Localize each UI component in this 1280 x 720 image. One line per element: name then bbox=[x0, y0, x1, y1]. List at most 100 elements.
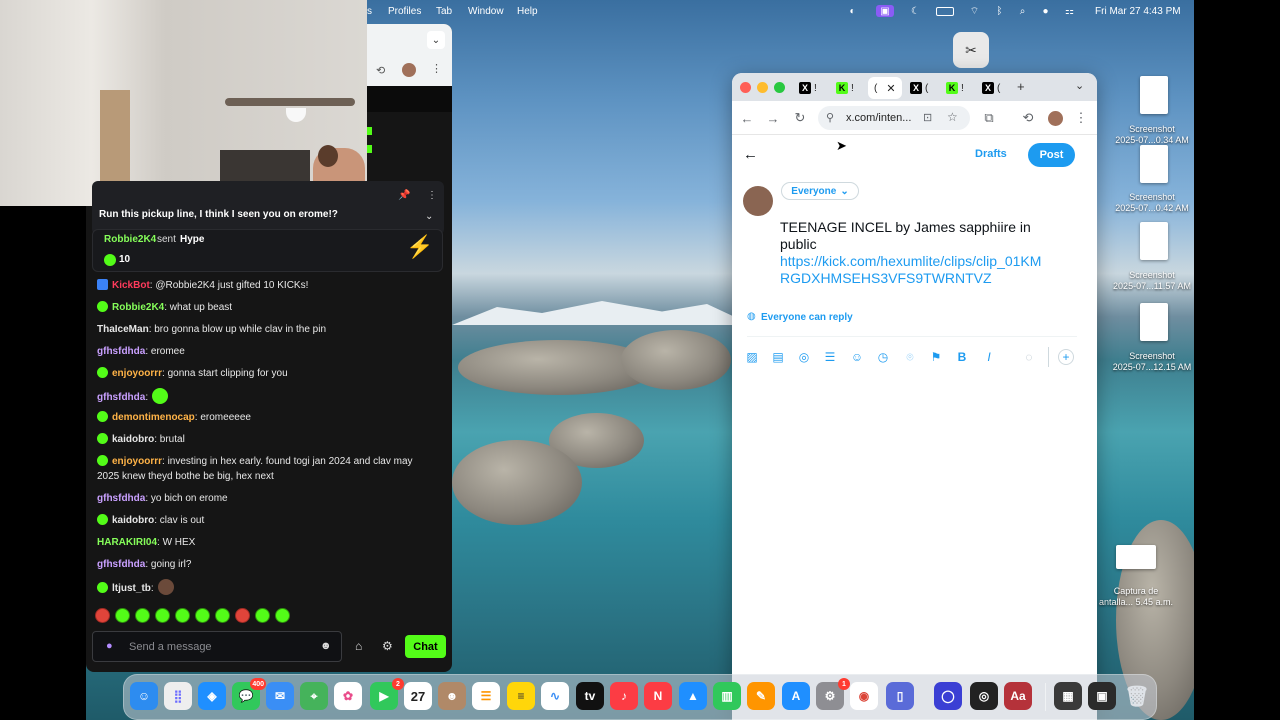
chat-username[interactable]: KickBot bbox=[112, 280, 150, 291]
chat-input[interactable]: ● Send a message ☻ bbox=[92, 631, 342, 662]
install-icon[interactable]: ⊡ bbox=[923, 111, 932, 124]
pinned-message[interactable]: 📌 ⋮ Run this pickup line, I think I seen… bbox=[92, 181, 444, 235]
news-icon[interactable]: N bbox=[644, 682, 672, 710]
avatar[interactable] bbox=[743, 186, 773, 216]
pages-icon[interactable]: ✎ bbox=[747, 682, 775, 710]
chrome-icon[interactable]: ◉ bbox=[850, 682, 878, 710]
emoji-icon[interactable]: ☺ bbox=[849, 349, 865, 365]
screenshot-file-icon[interactable] bbox=[1116, 545, 1156, 569]
facetime-icon[interactable]: ▶ 2 bbox=[370, 678, 404, 710]
desktop-file-label[interactable]: Captura de antalla... 5.45 a.m. bbox=[1091, 586, 1181, 608]
chat-username[interactable]: gfhsfdhda bbox=[97, 493, 145, 504]
chat-username[interactable]: gfhsfdhda bbox=[97, 559, 145, 570]
gif-icon[interactable]: ▤ bbox=[770, 349, 786, 365]
bluetooth-icon[interactable]: ᛒ bbox=[993, 5, 1006, 17]
recent-window-icon[interactable]: ▣ bbox=[1088, 682, 1116, 710]
profile-avatar[interactable] bbox=[1048, 111, 1063, 126]
chat-username[interactable]: demontimenocap bbox=[112, 412, 195, 423]
menu-item-edit[interactable]: s bbox=[367, 6, 372, 17]
chat-username[interactable]: gfhsfdhda bbox=[97, 346, 145, 357]
emote-icon[interactable] bbox=[275, 608, 290, 623]
photos-icon[interactable]: ✿ bbox=[334, 682, 362, 710]
store-icon[interactable]: ⌂ bbox=[355, 639, 362, 653]
mail-icon[interactable]: ✉ bbox=[266, 682, 294, 710]
grok-icon[interactable]: ◎ bbox=[796, 349, 812, 365]
chat-username[interactable]: HARAKIRI04 bbox=[97, 537, 157, 548]
desktop-file-label[interactable]: Screenshot 2025-07...0.42 AM bbox=[1107, 192, 1197, 214]
chat-username[interactable]: ltjust_tb bbox=[112, 583, 151, 594]
app-store-icon[interactable]: A bbox=[782, 682, 810, 710]
screenshot-file-icon[interactable] bbox=[1140, 76, 1168, 114]
site-settings-icon[interactable]: ⚲ bbox=[826, 111, 834, 124]
calendar-icon[interactable]: 27 bbox=[404, 682, 432, 710]
menu-item-tab[interactable]: Tab bbox=[436, 6, 452, 17]
status-icon[interactable]: ◐ bbox=[846, 5, 859, 17]
more-options-icon[interactable]: ⋮ bbox=[427, 190, 437, 201]
italic-icon[interactable]: I bbox=[981, 349, 997, 365]
microphone-icon[interactable]: ● bbox=[106, 640, 113, 652]
tweet-text[interactable]: TEENAGE INCEL by James sapphiire in publ… bbox=[780, 219, 1080, 287]
screenshot-file-icon[interactable] bbox=[1140, 145, 1168, 183]
flag-icon[interactable]: ⚑ bbox=[928, 349, 944, 365]
finder-icon[interactable]: ☺ bbox=[130, 682, 158, 710]
emoji-icon[interactable]: ☻ bbox=[320, 640, 332, 652]
menu-item-profiles[interactable]: Profiles bbox=[388, 6, 421, 17]
emote-icon[interactable] bbox=[155, 608, 170, 623]
poll-icon[interactable]: ☰ bbox=[822, 349, 838, 365]
more-menu-icon[interactable]: ⋮ bbox=[431, 62, 442, 75]
schedule-icon[interactable]: ◷ bbox=[875, 349, 891, 365]
numbers-icon[interactable]: ▥ bbox=[713, 682, 741, 710]
desktop-file-label[interactable]: Screenshot 2025-07...11.57 AM bbox=[1107, 270, 1197, 292]
keynote-icon[interactable]: ▲ bbox=[679, 682, 707, 710]
image-icon[interactable]: ▨ bbox=[744, 349, 760, 365]
tweet-link[interactable]: https://kick.com/hexumlite/clips/clip_01… bbox=[780, 253, 1080, 270]
emote-icon[interactable] bbox=[175, 608, 190, 623]
tab-search-icon[interactable]: ⌄ bbox=[1075, 79, 1084, 92]
screenshot-file-icon[interactable] bbox=[1140, 303, 1168, 341]
chat-username[interactable]: kaidobro bbox=[112, 515, 154, 526]
audience-selector[interactable]: Everyone ⌄ bbox=[781, 182, 859, 200]
add-post-icon[interactable]: + bbox=[1058, 349, 1074, 365]
reload-icon[interactable]: ↻ bbox=[792, 110, 808, 126]
music-icon[interactable]: ♪ bbox=[610, 682, 638, 710]
siri-icon[interactable]: ● bbox=[1039, 5, 1052, 17]
location-icon[interactable]: ⌾ bbox=[902, 349, 918, 365]
tab-active[interactable]: (✕ bbox=[868, 77, 902, 99]
moon-icon[interactable]: ☾ bbox=[909, 5, 922, 17]
notes-icon[interactable]: ≡ bbox=[507, 682, 535, 710]
simulator-icon[interactable]: ▯ bbox=[886, 682, 914, 710]
zoom-window-button[interactable] bbox=[774, 82, 785, 93]
menu-item-help[interactable]: Help bbox=[517, 6, 538, 17]
wifi-icon[interactable]: ⌔ bbox=[968, 5, 981, 17]
chat-username[interactable]: kaidobro bbox=[112, 434, 154, 445]
back-icon[interactable]: ← bbox=[739, 110, 755, 126]
bold-icon[interactable]: B bbox=[954, 349, 970, 365]
screen-record-icon[interactable]: ▣ bbox=[876, 5, 894, 17]
signal-icon[interactable]: ◯ bbox=[934, 682, 962, 710]
extension-icon[interactable]: ⟲ bbox=[376, 64, 385, 77]
minimize-window-button[interactable] bbox=[757, 82, 768, 93]
emote-icon[interactable] bbox=[235, 608, 250, 623]
post-button[interactable]: Post bbox=[1028, 143, 1075, 167]
pin-icon[interactable]: 📌 bbox=[398, 190, 410, 201]
reply-setting[interactable]: Everyone can reply bbox=[761, 312, 853, 323]
menu-item-window[interactable]: Window bbox=[468, 6, 504, 17]
gear-icon[interactable]: ⚙ bbox=[382, 639, 393, 653]
system-settings-icon[interactable]: ⚙ 1 bbox=[816, 678, 850, 710]
forward-icon[interactable]: → bbox=[765, 110, 781, 126]
emote-icon[interactable] bbox=[215, 608, 230, 623]
tab-kick-2[interactable]: K! bbox=[946, 79, 964, 97]
tv-icon[interactable]: tv bbox=[576, 682, 604, 710]
emote-icon[interactable] bbox=[255, 608, 270, 623]
clock[interactable]: Fri Mar 27 4:43 PM bbox=[1095, 6, 1181, 17]
battery-icon[interactable] bbox=[936, 7, 954, 16]
obs-icon[interactable]: ◎ bbox=[970, 682, 998, 710]
chevron-down-icon[interactable]: ⌄ bbox=[425, 211, 433, 222]
contacts-icon[interactable]: ☻ bbox=[438, 682, 466, 710]
drafts-link[interactable]: Drafts bbox=[975, 148, 1007, 160]
emote-icon[interactable] bbox=[135, 608, 150, 623]
address-bar[interactable]: ⚲ x.com/inten... ⊡ ☆ bbox=[818, 106, 970, 130]
control-center-icon[interactable]: ⚏ bbox=[1063, 5, 1076, 17]
capcut-icon[interactable]: ✂ bbox=[953, 32, 989, 68]
desktop-file-label[interactable]: Screenshot 2025-07...12.15 AM bbox=[1107, 351, 1197, 373]
